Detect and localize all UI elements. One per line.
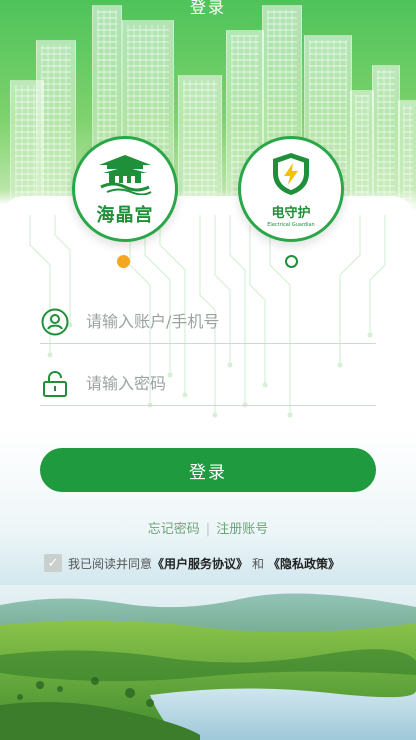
shield-bolt-icon (271, 151, 311, 201)
user-icon (40, 307, 70, 337)
lock-icon (40, 369, 70, 399)
register-link[interactable]: 注册账号 (216, 522, 268, 537)
service-agreement-link[interactable]: 《用户服务协议》 (152, 555, 248, 572)
page-title: 登录 (189, 0, 226, 17)
palace-icon (93, 151, 157, 199)
privacy-policy-link[interactable]: 《隐私政策》 (268, 555, 340, 572)
links-separator: | (205, 522, 211, 537)
app-logo-haijinggong[interactable]: 海晶宫 (72, 136, 178, 242)
logo-subtitle-right: Electrical Guardian (267, 221, 315, 228)
agreement-checkbox[interactable]: ✓ (44, 554, 62, 572)
app-logo-dianshouhu[interactable]: 电守护 Electrical Guardian (238, 136, 344, 242)
forgot-password-link[interactable]: 忘记密码 (148, 522, 200, 537)
logo-name-right: 电守护 (271, 205, 311, 221)
landscape-background (0, 585, 416, 740)
agreement-row: ✓ 我已阅读并同意 《用户服务协议》 和 《隐私政策》 (44, 553, 340, 573)
login-button[interactable]: 登录 (40, 448, 376, 492)
carousel-dot-inactive[interactable] (285, 255, 298, 268)
city-skyline-background (0, 0, 416, 210)
password-input[interactable] (86, 374, 376, 393)
password-field (40, 362, 376, 406)
agreement-prefix: 我已阅读并同意 (68, 556, 153, 571)
account-input[interactable] (86, 312, 376, 331)
account-field (40, 300, 376, 344)
agreement-and: 和 (252, 556, 265, 571)
carousel-dot-active[interactable] (117, 255, 130, 268)
auth-links: 忘记密码 | 注册账号 (0, 518, 416, 537)
logo-name-left: 海晶宫 (96, 205, 154, 226)
